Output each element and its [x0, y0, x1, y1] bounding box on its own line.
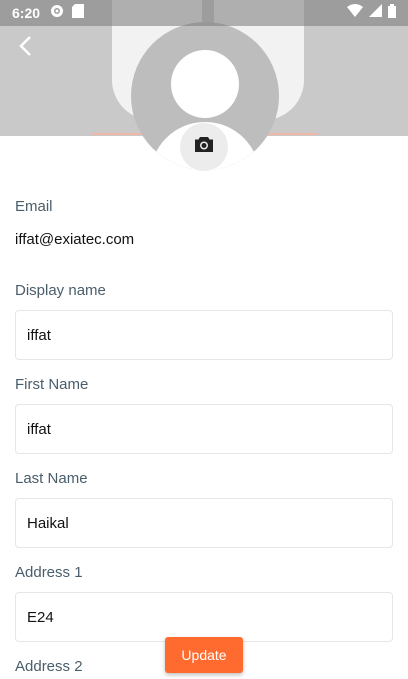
first-name-label: First Name — [15, 376, 89, 393]
signal-icon — [369, 4, 382, 22]
last-name-label: Last Name — [15, 470, 88, 487]
email-label: Email — [15, 198, 53, 215]
change-photo-button[interactable] — [180, 123, 228, 171]
sd-card-icon — [72, 3, 85, 23]
display-name-label: Display name — [15, 282, 106, 299]
back-button[interactable] — [12, 34, 40, 62]
first-name-field[interactable] — [15, 404, 393, 454]
profile-form: Email iffat@exiatec.com Display name Fir… — [15, 196, 393, 678]
battery-icon — [388, 3, 396, 23]
avatar-head — [171, 50, 239, 118]
last-name-field[interactable] — [15, 498, 393, 548]
email-value: iffat@exiatec.com — [15, 231, 135, 248]
status-time: 6:20 — [12, 5, 41, 21]
status-bar: 6:20 — [0, 0, 408, 26]
update-button[interactable]: Update — [165, 637, 243, 673]
camera-icon — [194, 136, 214, 158]
address1-field[interactable] — [15, 592, 393, 642]
address1-label: Address 1 — [15, 564, 83, 581]
chevron-left-icon — [18, 35, 34, 62]
wifi-icon — [347, 4, 363, 22]
status-right-icons — [347, 3, 396, 23]
display-name-field[interactable] — [15, 310, 393, 360]
settings-icon — [50, 4, 64, 23]
